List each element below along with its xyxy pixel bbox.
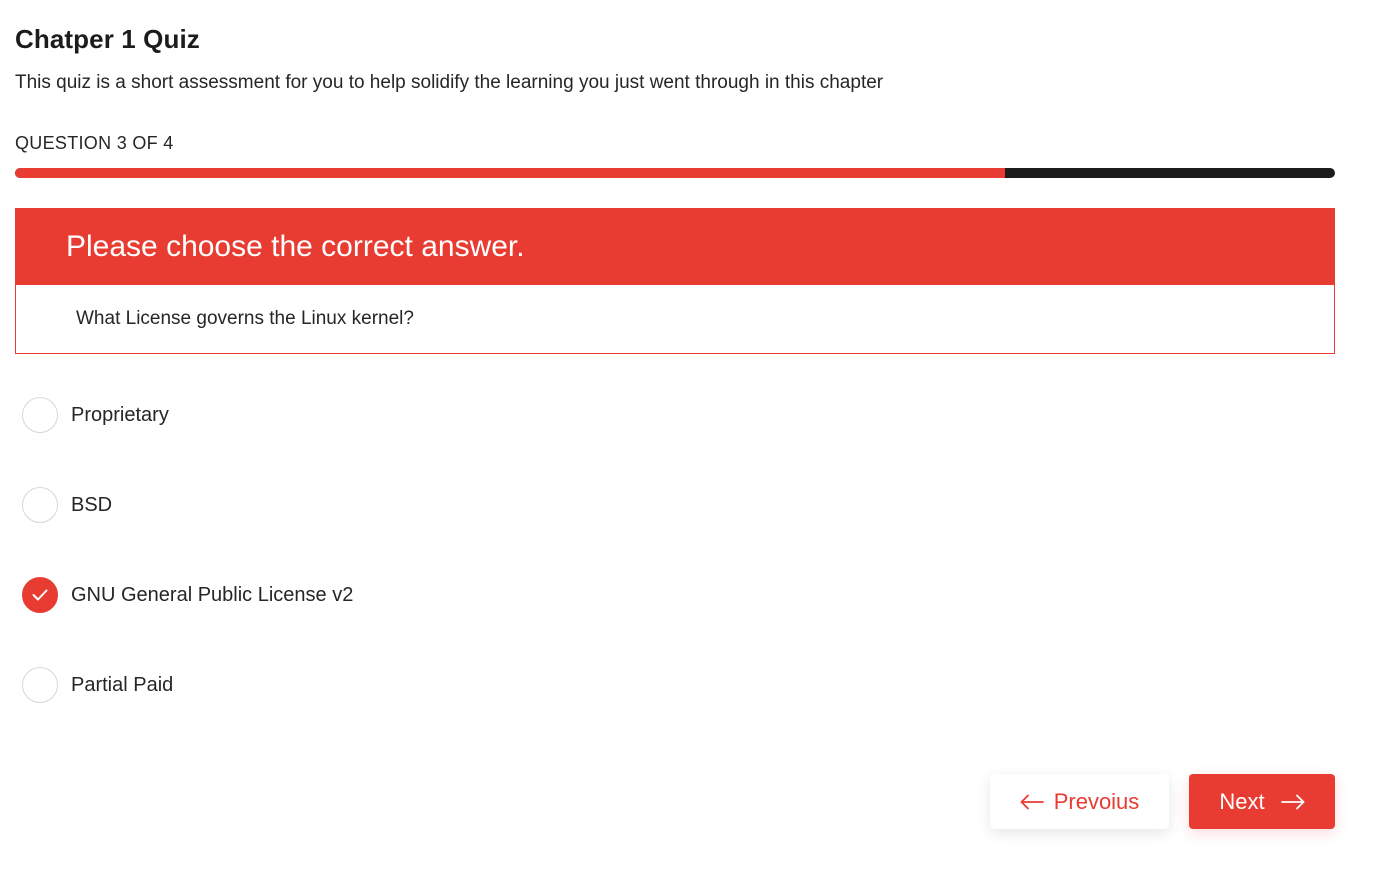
- answer-option-proprietary[interactable]: Proprietary: [22, 397, 353, 433]
- next-button-label: Next: [1219, 788, 1265, 814]
- answer-option-label: Proprietary: [71, 403, 169, 426]
- answer-option-label: GNU General Public License v2: [71, 583, 354, 606]
- answer-option-label: Partial Paid: [71, 673, 174, 696]
- question-text: What License governs the Linux kernel?: [76, 308, 414, 329]
- answer-option-label: BSD: [71, 493, 113, 516]
- radio-button[interactable]: [22, 487, 58, 523]
- radio-button[interactable]: [22, 577, 58, 613]
- answer-option-gpl-v2[interactable]: GNU General Public License v2: [22, 577, 353, 613]
- question-body: What License governs the Linux kernel?: [16, 285, 1334, 353]
- quiz-title: Chatper 1 Quiz: [15, 24, 200, 54]
- checkmark-icon: [32, 589, 48, 601]
- answer-options: Proprietary BSD GNU General Public Licen…: [22, 397, 353, 757]
- arrow-right-icon: [1280, 794, 1305, 810]
- progress-label: QUESTION 3 OF 4: [15, 133, 174, 153]
- answer-option-bsd[interactable]: BSD: [22, 487, 353, 523]
- answer-option-partial-paid[interactable]: Partial Paid: [22, 667, 353, 703]
- progress-bar-fill: [15, 168, 1005, 178]
- radio-button[interactable]: [22, 667, 58, 703]
- radio-button[interactable]: [22, 397, 58, 433]
- previous-button[interactable]: Prevoius: [990, 774, 1169, 829]
- previous-button-label: Prevoius: [1053, 788, 1140, 814]
- quiz-description: This quiz is a short assessment for you …: [15, 72, 884, 93]
- question-header: Please choose the correct answer.: [16, 209, 1334, 285]
- question-prompt: Please choose the correct answer.: [66, 230, 525, 263]
- quiz-page: Chatper 1 Quiz This quiz is a short asse…: [0, 0, 1379, 890]
- question-card: Please choose the correct answer. What L…: [15, 208, 1335, 354]
- next-button[interactable]: Next: [1189, 774, 1335, 829]
- arrow-left-icon: [1020, 794, 1044, 810]
- progress-bar: [15, 168, 1335, 178]
